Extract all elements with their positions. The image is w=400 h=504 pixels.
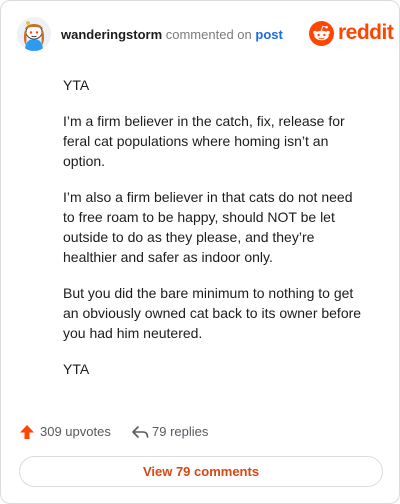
comment-body: YTA I’m a firm believer in the catch, fi… [63,75,363,395]
view-comments-button[interactable]: View 79 comments [19,456,383,487]
reddit-brand[interactable]: reddit [309,19,394,49]
comment-paragraph: YTA [63,361,90,377]
reply-count: 79 replies [152,424,209,439]
upvote-arrow-icon[interactable] [19,424,35,440]
reddit-logo-icon [309,21,334,46]
avatar[interactable] [17,17,51,51]
comment-paragraph: YTA [63,77,90,93]
brand-wordmark: reddit [338,21,394,44]
comment-header: wanderingstorm commented on post reddit [17,17,394,53]
action-text: commented on [165,27,252,42]
comment-card: wanderingstorm commented on post reddit … [0,0,400,504]
comment-meta: wanderingstorm commented on post [61,27,283,43]
comment-paragraph: I’m also a firm believer in that cats do… [63,189,353,265]
upvote-count: 309 upvotes [40,424,111,439]
comment-paragraph: But you did the bare minimum to nothing … [63,285,362,341]
reply-arrow-icon[interactable] [131,424,149,440]
author-link[interactable]: wanderingstorm [61,27,162,42]
snoo-avatar-icon [17,17,51,51]
post-link[interactable]: post [255,27,282,42]
comment-paragraph: I’m a firm believer in the catch, fix, r… [63,113,345,169]
